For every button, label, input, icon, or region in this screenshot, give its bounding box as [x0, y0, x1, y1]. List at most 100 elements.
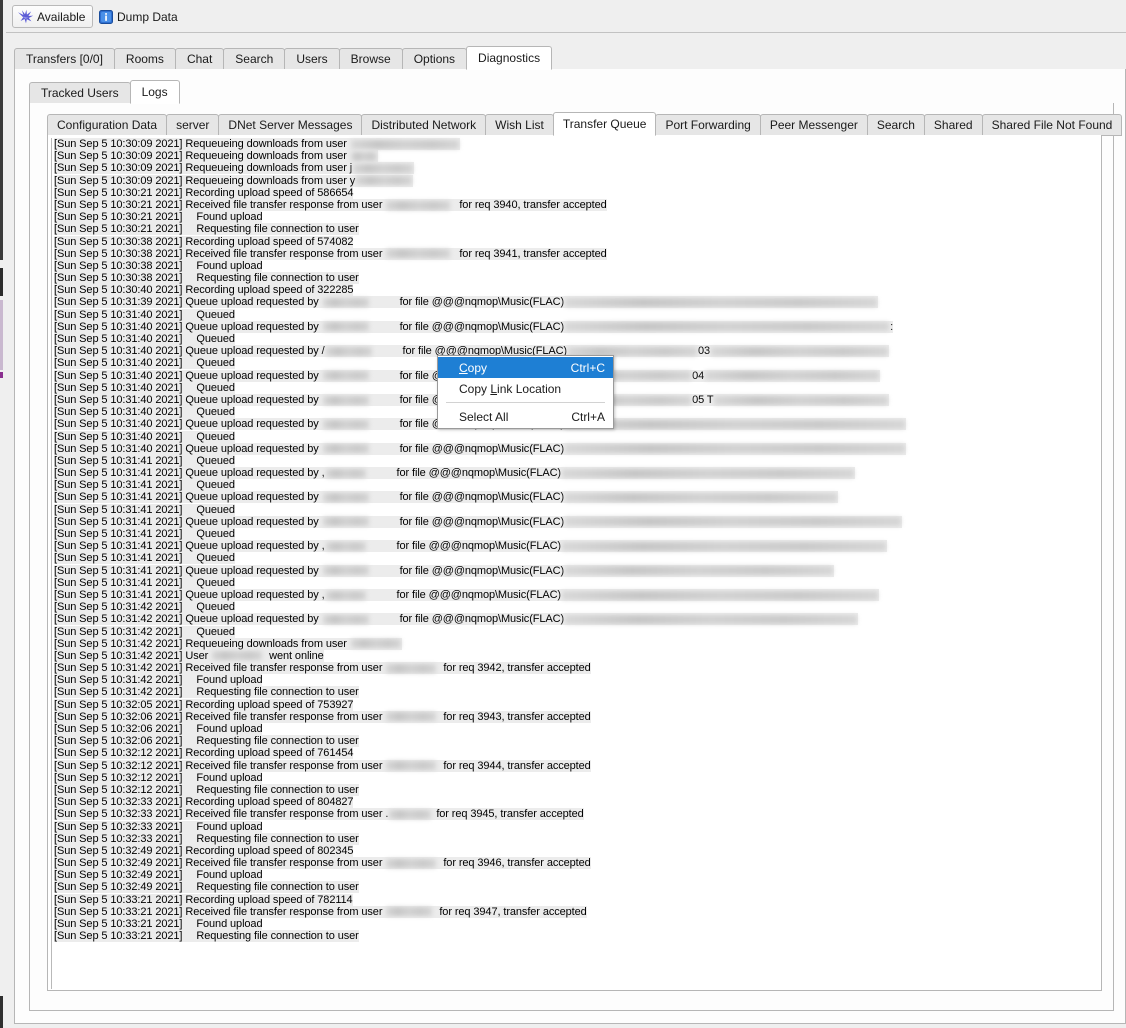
redacted-username [386, 907, 433, 917]
tab-peer-messenger[interactable]: Peer Messenger [759, 114, 868, 136]
redacted-username [386, 200, 451, 210]
context-menu-item-copy-link-location[interactable]: Copy Link Location [438, 378, 613, 399]
log-line-text: [Sun Sep 5 10:31:41 2021] Queue upload r… [54, 491, 839, 504]
log-line-text: [Sun Sep 5 10:31:40 2021] Queued [54, 333, 235, 345]
tab-port-forwarding[interactable]: Port Forwarding [655, 114, 761, 136]
tab-label: Browse [350, 52, 391, 66]
redacted-filename [565, 444, 906, 454]
tab-label: Shared [933, 118, 973, 132]
log-line: [Sun Sep 5 10:31:42 2021] Received file … [54, 662, 1100, 675]
log-line-container: [Sun Sep 5 10:30:09 2021] Requeueing dow… [54, 138, 1100, 989]
log-line: [Sun Sep 5 10:30:38 2021] Received file … [54, 247, 1100, 260]
tab-distributed-network[interactable]: Distributed Network [361, 114, 487, 136]
log-line: [Sun Sep 5 10:32:33 2021] Recording uplo… [54, 796, 1100, 809]
log-context-menu[interactable]: Copy Ctrl+C Copy Link Location Select All Ct… [437, 355, 614, 429]
tab-label: Users [296, 52, 328, 66]
log-line: [Sun Sep 5 10:31:42 2021] Requesting file… [54, 686, 1100, 699]
redacted-username [350, 639, 401, 649]
log-line: [Sun Sep 5 10:32:06 2021] Found upload [54, 723, 1100, 735]
log-line: [Sun Sep 5 10:31:41 2021] Queued [54, 528, 1100, 540]
tab-options[interactable]: Options [401, 48, 468, 70]
tab-label: Port Forwarding [665, 118, 751, 132]
tab-shared[interactable]: Shared [923, 114, 983, 136]
log-line: [Sun Sep 5 10:32:49 2021] Requesting file… [54, 881, 1100, 894]
log-line-text: [Sun Sep 5 10:32:49 2021] Found upload [54, 869, 263, 882]
tab-configuration-data[interactable]: Configuration Data [47, 114, 168, 136]
log-line: [Sun Sep 5 10:31:41 2021] Queue upload r… [54, 588, 1100, 601]
redacted-username [386, 663, 437, 673]
tab-transfers-0-0[interactable]: Transfers [0/0] [14, 48, 115, 70]
redacted-filename [565, 493, 838, 503]
log-line-text: [Sun Sep 5 10:30:38 2021] Found upload [54, 259, 263, 272]
context-menu-item-label: Copy Link Location [459, 381, 562, 396]
log-line: [Sun Sep 5 10:30:21 2021] Requesting file… [54, 223, 1100, 236]
tab-search[interactable]: Search [223, 48, 286, 70]
transfer-queue-log-panel[interactable]: [Sun Sep 5 10:30:09 2021] Requeueing dow… [47, 135, 1102, 991]
log-line: [Sun Sep 5 10:32:06 2021] Received file … [54, 710, 1100, 723]
redacted-username [322, 371, 369, 381]
log-line: [Sun Sep 5 10:32:49 2021] Received file … [54, 857, 1100, 870]
tab-chat[interactable]: Chat [174, 48, 225, 70]
log-line: [Sun Sep 5 10:31:41 2021] Queue upload r… [54, 564, 1100, 577]
log-line: [Sun Sep 5 10:32:12 2021] Found upload [54, 771, 1100, 784]
tab-logs[interactable]: Logs [129, 80, 180, 104]
tab-wish-list[interactable]: Wish List [485, 114, 554, 136]
log-line-text: [Sun Sep 5 10:32:05 2021] Recording uplo… [54, 698, 354, 711]
tab-label: Transfers [0/0] [26, 52, 103, 66]
log-line-text: [Sun Sep 5 10:31:41 2021] Queue upload r… [54, 515, 903, 528]
log-line: [Sun Sep 5 10:31:40 2021] Queue upload r… [54, 320, 1100, 333]
tab-tracked-users[interactable]: Tracked Users [29, 82, 131, 104]
tab-browse[interactable]: Browse [338, 48, 403, 70]
log-line: [Sun Sep 5 10:32:49 2021] Found upload [54, 869, 1100, 882]
main-tab-strip: Transfers [0/0] Rooms Chat Search Users Brows… [14, 46, 1126, 70]
log-line-text: [Sun Sep 5 10:31:39 2021] Queue upload r… [54, 296, 879, 309]
log-line: [Sun Sep 5 10:30:21 2021] Received file … [54, 198, 1100, 211]
log-line: [Sun Sep 5 10:32:12 2021] Received file … [54, 759, 1100, 772]
log-line-text: [Sun Sep 5 10:30:38 2021] Requesting file… [54, 272, 359, 285]
log-line: [Sun Sep 5 10:31:42 2021] Requeueing dow… [54, 637, 1100, 650]
tab-dnet-server-messages[interactable]: DNet Server Messages [218, 114, 363, 136]
tab-shared-file-not-found[interactable]: Shared File Not Found [981, 114, 1123, 136]
tab-label: Distributed Network [371, 118, 477, 132]
log-line: [Sun Sep 5 10:32:06 2021] Requesting file… [54, 735, 1100, 748]
availability-status-button[interactable]: Available [12, 5, 94, 28]
log-line: [Sun Sep 5 10:31:41 2021] Queued [54, 576, 1100, 589]
tab-label: server [176, 118, 210, 132]
tab-label: Tracked Users [41, 86, 119, 100]
tab-search[interactable]: Search [866, 114, 925, 136]
log-line-text: [Sun Sep 5 10:31:41 2021] Queued [54, 528, 235, 540]
context-menu-item-copy[interactable]: Copy Ctrl+C [438, 357, 613, 378]
tab-label: Wish List [495, 118, 544, 132]
redacted-username [322, 298, 369, 308]
log-text-view[interactable]: [Sun Sep 5 10:30:09 2021] Requeueing dow… [49, 136, 1100, 989]
desktop-edge-segment [0, 378, 3, 996]
redacted-username [325, 468, 366, 478]
dump-data-button[interactable]: Dump Data [94, 6, 183, 27]
log-line-text: [Sun Sep 5 10:32:12 2021] Requesting file… [54, 783, 359, 796]
tab-users[interactable]: Users [284, 48, 340, 70]
log-line-text: [Sun Sep 5 10:31:40 2021] Queued [54, 406, 235, 419]
tab-transfer-queue[interactable]: Transfer Queue [552, 112, 657, 136]
tab-diagnostics[interactable]: Diagnostics [466, 46, 553, 70]
desktop-edge-segment [0, 996, 3, 1028]
tab-rooms[interactable]: Rooms [113, 48, 176, 70]
redacted-username [322, 493, 369, 503]
redacted-filename [565, 419, 906, 429]
log-line-text: [Sun Sep 5 10:31:41 2021] Queued [54, 552, 235, 565]
log-line-text: [Sun Sep 5 10:31:40 2021] Queue upload r… [54, 320, 894, 333]
context-menu-item-accelerator: Ctrl+A [571, 409, 605, 424]
log-line-text: [Sun Sep 5 10:33:21 2021] Requesting file… [54, 930, 359, 943]
log-line-text: [Sun Sep 5 10:31:40 2021] Queued [54, 308, 235, 321]
redacted-filename [565, 566, 834, 576]
dump-data-label: Dump Data [117, 9, 178, 24]
redacted-filename [565, 517, 902, 527]
log-line-text: [Sun Sep 5 10:32:33 2021] Recording uplo… [54, 796, 354, 809]
log-line: [Sun Sep 5 10:32:12 2021] Requesting file… [54, 783, 1100, 796]
log-line-text: [Sun Sep 5 10:33:21 2021] Found upload [54, 918, 263, 930]
redacted-username [350, 139, 459, 149]
log-line-text: [Sun Sep 5 10:32:49 2021] Received file … [54, 857, 591, 870]
tab-server[interactable]: server [166, 114, 220, 136]
context-menu-item-select-all[interactable]: Select All Ctrl+A [438, 406, 613, 427]
log-line-text: [Sun Sep 5 10:32:12 2021] Found upload [54, 771, 263, 784]
log-line: [Sun Sep 5 10:31:40 2021] Queue upload r… [54, 442, 1100, 455]
